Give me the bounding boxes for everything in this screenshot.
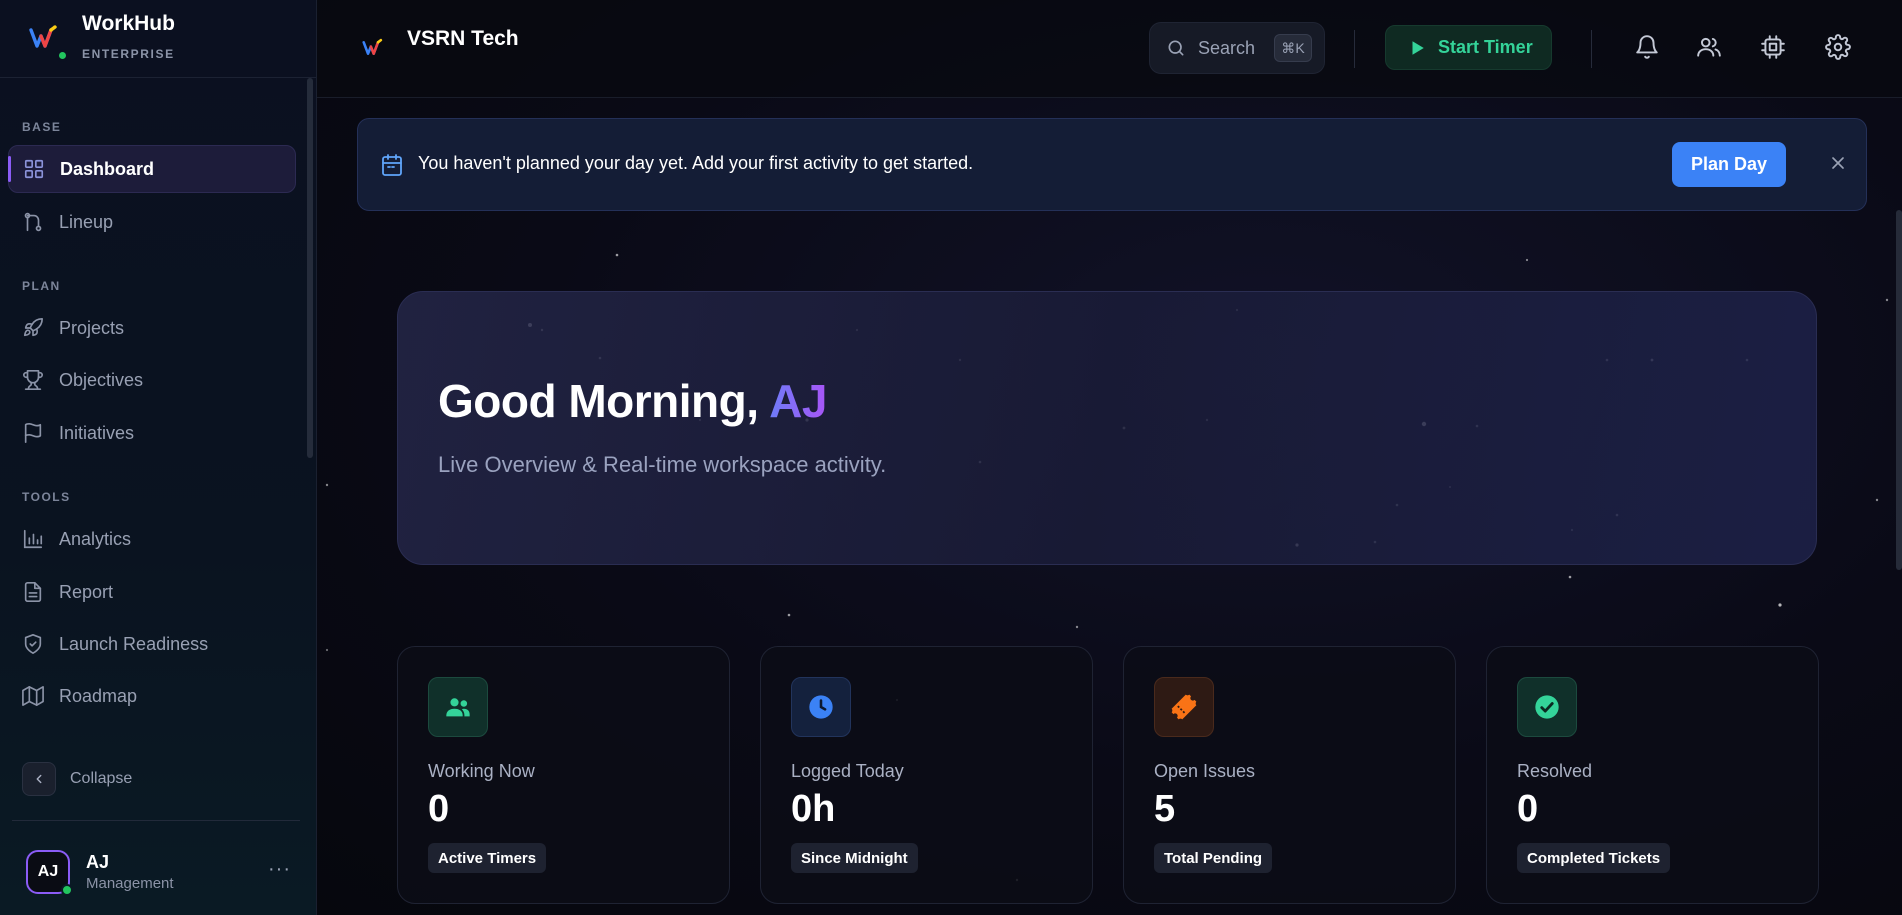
toolbar-divider (1354, 30, 1355, 68)
brand-tier: ENTERPRISE (82, 47, 175, 61)
banner-message: You haven't planned your day yet. Add yo… (418, 153, 974, 173)
sidebar-item-label: Analytics (59, 528, 132, 549)
team-icon[interactable] (1696, 34, 1722, 60)
grid-icon (24, 159, 44, 179)
toolbar-divider (1591, 30, 1592, 68)
page-scrollbar[interactable] (1896, 210, 1902, 570)
stat-card-resolved: Resolved 0 Completed Tickets (1486, 646, 1819, 904)
stat-title: Resolved (1517, 761, 1593, 781)
sidebar-divider (12, 820, 300, 821)
user-role: Management (86, 875, 174, 892)
workhub-logo-icon (29, 25, 57, 48)
sidebar-item-initiatives[interactable]: Initiatives (8, 409, 296, 457)
search-button[interactable]: Search ⌘K (1149, 22, 1325, 74)
flag-icon (24, 423, 42, 443)
sidebar-item-roadmap[interactable]: Roadmap (8, 672, 296, 720)
stat-value: 0 (428, 788, 450, 830)
hero-subtitle: Live Overview & Real-time workspace acti… (438, 452, 887, 477)
close-icon[interactable] (1828, 153, 1848, 173)
online-status-dot (56, 49, 69, 62)
user-name: AJ (86, 852, 110, 872)
sidebar-item-label: Dashboard (60, 158, 155, 179)
plan-day-button[interactable]: Plan Day (1672, 142, 1786, 187)
sidebar-item-report[interactable]: Report (8, 568, 296, 616)
brand-header: WorkHub ENTERPRISE (0, 0, 316, 78)
check-circle-icon (1517, 677, 1577, 737)
sidebar-item-dashboard[interactable]: Dashboard (8, 145, 296, 193)
greeting-user-name: AJ (769, 375, 827, 427)
trophy-icon (23, 370, 43, 390)
stat-title: Working Now (428, 761, 535, 781)
map-icon (22, 686, 44, 706)
plan-day-banner: You haven't planned your day yet. Add yo… (357, 118, 1867, 211)
stat-tag: Total Pending (1154, 843, 1273, 873)
stat-title: Logged Today (791, 761, 904, 781)
play-icon (1412, 40, 1424, 55)
sidebar-item-label: Projects (59, 317, 125, 338)
bell-icon[interactable] (1634, 34, 1660, 60)
search-label: Search (1198, 37, 1256, 58)
stat-title: Open Issues (1154, 761, 1256, 781)
section-label-plan: PLAN (22, 279, 61, 293)
user-online-dot (61, 884, 73, 896)
workspace-name[interactable]: VSRN Tech (407, 27, 519, 51)
section-label-tools: TOOLS (22, 490, 71, 504)
stat-tag: Since Midnight (791, 843, 918, 873)
greeting-text: Good Morning, (438, 375, 770, 427)
search-icon (1168, 40, 1184, 56)
stat-card-logged-today: Logged Today 0h Since Midnight (760, 646, 1093, 904)
shield-check-icon (24, 634, 42, 654)
welcome-hero: Good Morning, AJ Live Overview & Real-ti… (397, 291, 1817, 565)
greeting-heading: Good Morning, AJ (438, 374, 827, 428)
ticket-icon (1154, 677, 1214, 737)
sidebar-item-label: Lineup (59, 211, 114, 232)
sidebar-item-label: Launch Readiness (59, 633, 209, 654)
document-icon (24, 582, 42, 602)
stat-value: 0 (1517, 788, 1539, 830)
start-timer-label: Start Timer (1438, 37, 1533, 57)
search-shortcut: ⌘K (1274, 34, 1312, 62)
stat-card-working-now: Working Now 0 Active Timers (397, 646, 730, 904)
section-label-base: BASE (22, 120, 62, 134)
users-icon (428, 677, 488, 737)
start-timer-button[interactable]: Start Timer (1385, 25, 1552, 70)
stat-card-open-issues: Open Issues 5 Total Pending (1123, 646, 1456, 904)
sidebar-item-label: Initiatives (59, 422, 135, 443)
sidebar-item-label: Report (59, 581, 114, 602)
rocket-icon (23, 318, 43, 337)
brand-name: WorkHub (82, 12, 175, 35)
clock-icon (791, 677, 851, 737)
chevron-left-icon (22, 762, 56, 796)
calendar-icon (382, 154, 402, 176)
collapse-label: Collapse (70, 770, 133, 787)
stat-tag: Completed Tickets (1517, 843, 1671, 873)
collapse-button[interactable]: Collapse (22, 762, 132, 796)
gear-icon[interactable] (1825, 34, 1851, 60)
more-options-icon[interactable]: ··· (268, 858, 291, 881)
sidebar-item-analytics[interactable]: Analytics (8, 515, 296, 563)
sidebar-item-lineup[interactable]: Lineup (8, 198, 296, 246)
workspace-logo-icon (362, 38, 383, 55)
sidebar-item-projects[interactable]: Projects (8, 304, 296, 352)
sidebar-item-launch-readiness[interactable]: Launch Readiness (8, 620, 296, 668)
stat-value: 5 (1154, 788, 1176, 830)
main-content: VSRN Tech Search ⌘K Start Timer You have… (317, 0, 1902, 915)
sidebar: WorkHub ENTERPRISE BASE Dashboard Lineup… (0, 0, 317, 915)
sidebar-item-label: Objectives (59, 369, 144, 390)
stat-tag: Active Timers (428, 843, 547, 873)
top-bar: VSRN Tech Search ⌘K Start Timer (317, 0, 1902, 98)
bar-chart-icon (23, 529, 43, 549)
stat-value: 0h (791, 788, 836, 830)
git-branch-icon (24, 212, 42, 232)
sidebar-item-label: Roadmap (59, 685, 138, 706)
sidebar-scrollbar[interactable] (307, 78, 313, 458)
sidebar-item-objectives[interactable]: Objectives (8, 356, 296, 404)
cpu-icon[interactable] (1760, 34, 1786, 60)
